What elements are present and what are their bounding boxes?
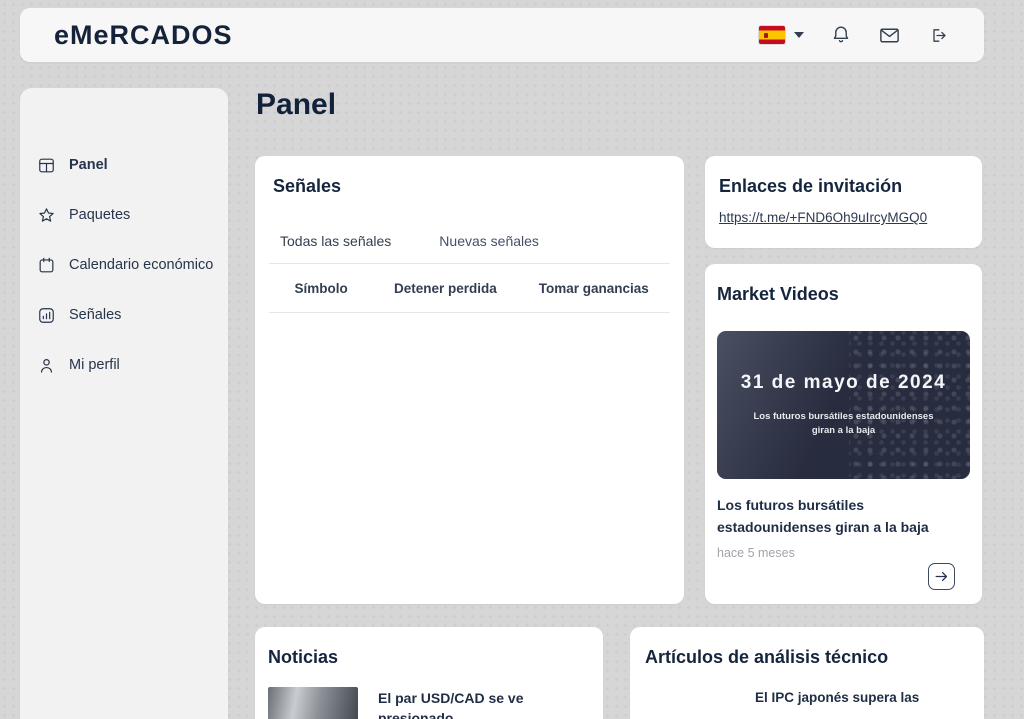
page-title: Panel [256,88,337,121]
news-item[interactable]: El par USD/CAD se ve presionado [268,687,590,719]
news-thumbnail-image [268,687,358,719]
messages-button[interactable] [878,24,901,47]
column-header-detener-perdida: Detener perdida [394,281,497,296]
news-item-title: El par USD/CAD se ve presionado [378,690,524,719]
news-card: Noticias El par USD/CAD se ve presionado [255,627,603,719]
article-thumbnail-placeholder [645,687,735,719]
sidebar-item-label: Panel [69,157,108,173]
signals-card: Señales Todas las señales Nuevas señales… [255,156,684,604]
star-icon [39,207,54,222]
flag-emblem [764,33,768,38]
video-thumb-date: 31 de mayo de 2024 [740,371,947,393]
market-videos-title: Market Videos [717,284,839,304]
app-frame: eMeRCADOS Panel Paquetes Calendario econ… [0,0,1024,719]
header-actions [759,24,948,47]
telegram-invite-link[interactable]: https://t.me/+FND6Oh9uIrcyMGQ0 [719,210,927,225]
sidebar-item-paquetes[interactable]: Paquetes [20,190,228,240]
sidebar-item-calendario[interactable]: Calendario económico [20,240,228,290]
invitation-card-title: Enlaces de invitación [719,176,903,196]
column-header-tomar-ganancias: Tomar ganancias [538,281,649,296]
news-card-title: Noticias [268,647,339,667]
envelope-icon [880,28,899,42]
top-header: eMeRCADOS [20,8,984,62]
more-videos-button[interactable] [928,563,955,590]
logout-button[interactable] [927,25,948,46]
sidebar-item-panel[interactable]: Panel [20,140,228,190]
tab-nuevas-senales[interactable]: Nuevas señales [439,233,539,263]
sidebar-item-label: Paquetes [69,207,131,223]
signals-card-title: Señales [273,176,342,196]
video-thumb-caption: Los futuros bursátiles estadounidenses g… [753,410,934,436]
video-posted-time: hace 5 meses [717,546,795,561]
column-header-simbolo: Símbolo [294,281,348,296]
sidebar-item-label: Mi perfil [69,357,120,373]
sidebar-item-perfil[interactable]: Mi perfil [20,340,228,390]
caret-down-icon [794,32,804,38]
technical-articles-card: Artículos de análisis técnico El IPC jap… [630,627,984,719]
spain-flag-icon [759,26,785,44]
brand-logo: eMeRCADOS [54,19,233,50]
user-icon [40,358,53,373]
tab-todas-las-senales[interactable]: Todas las señales [280,233,391,263]
sidebar-item-label: Señales [69,307,122,323]
video-title[interactable]: Los futuros bursátiles estadounidenses g… [717,495,962,538]
dashboard-icon [39,158,54,172]
calendar-icon [39,257,54,272]
sidebar-nav: Panel Paquetes Calendario económico Seña… [20,88,228,719]
divider [269,312,670,313]
bar-chart-icon [39,307,54,323]
bell-icon [833,26,849,43]
invitation-links-card: Enlaces de invitación https://t.me/+FND6… [705,156,982,248]
article-item[interactable]: El IPC japonés supera las [645,687,969,719]
article-item-title: El IPC japonés supera las [755,690,920,705]
articles-card-title: Artículos de análisis técnico [645,647,889,667]
notifications-button[interactable] [830,24,852,46]
sidebar-item-senales[interactable]: Señales [20,290,228,340]
logout-icon [933,28,946,42]
market-videos-card: Market Videos 31 de mayo de 2024 Los fut… [705,264,982,604]
arrow-right-icon [935,571,948,582]
sidebar-item-label: Calendario económico [69,257,214,273]
video-thumbnail[interactable]: 31 de mayo de 2024 Los futuros bursátile… [717,331,970,479]
signals-tabs: Todas las señales Nuevas señales [280,233,670,263]
signals-table-header: Símbolo Detener perdida Tomar ganancias [269,264,670,312]
language-selector[interactable] [759,26,804,44]
